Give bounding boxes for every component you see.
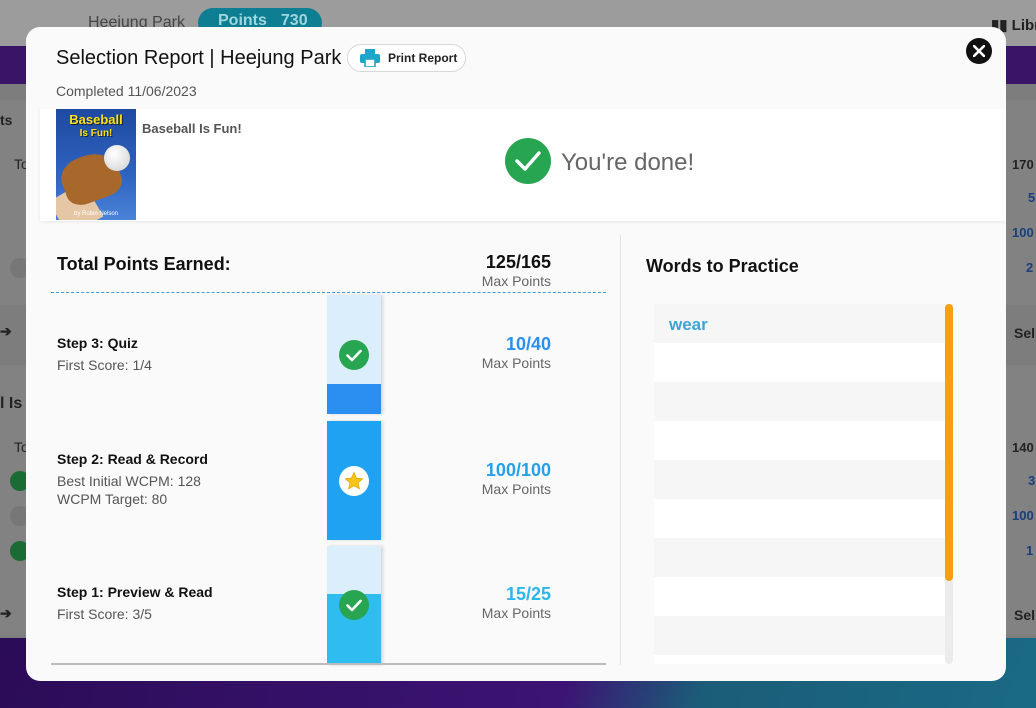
bg-number: 2	[1026, 260, 1034, 275]
words-to-practice-title: Words to Practice	[646, 256, 799, 276]
cover-title: Baseball Is Fun!	[56, 113, 136, 141]
book-summary-card: Baseball Is Fun! by Robin Nelson Basebal…	[40, 109, 1006, 221]
step-score: 15/25	[505, 584, 551, 604]
progress-fill	[327, 384, 381, 414]
print-report-button[interactable]: Print Report	[347, 44, 466, 72]
step-max-label: Max Points	[481, 481, 551, 497]
step-progress-bar	[327, 546, 381, 665]
bg-number: 170	[1012, 157, 1034, 172]
word-item[interactable]	[654, 499, 946, 538]
close-icon	[973, 45, 985, 57]
word-item[interactable]	[654, 655, 946, 664]
check-circle-icon	[339, 340, 369, 370]
total-max-label: Max Points	[481, 273, 551, 289]
cover-title-line: Baseball	[69, 112, 123, 127]
book-title: Baseball Is Fun!	[142, 121, 242, 136]
step-score: 10/40	[505, 334, 551, 354]
print-report-label: Print Report	[388, 51, 458, 65]
step-detail: Best Initial WCPM: 128	[57, 473, 201, 489]
arrow-icon: ➔	[0, 605, 12, 621]
bg-fragment: l Is	[0, 395, 23, 412]
word-item[interactable]	[654, 460, 946, 499]
bg-number: 100	[1012, 508, 1034, 523]
step-detail: WCPM Target: 80	[57, 491, 168, 507]
step-title: Step 3: Quiz	[57, 335, 138, 351]
check-circle-icon	[339, 590, 369, 620]
step-score: 100/100	[485, 460, 551, 480]
selection-report-modal: Selection Report | Heejung Park Print Re…	[26, 27, 1006, 681]
points-panel: Total Points Earned: 125/165 Max Points …	[51, 235, 606, 665]
book-cover-image[interactable]: Baseball Is Fun! by Robin Nelson	[56, 109, 136, 220]
step-title: Step 1: Preview & Read	[57, 584, 213, 600]
step-detail: First Score: 3/5	[57, 606, 152, 622]
check-circle-icon	[505, 138, 551, 184]
words-list[interactable]: wear	[654, 304, 946, 664]
star-icon	[339, 466, 369, 496]
modal-title: Selection Report | Heejung Park	[56, 47, 342, 69]
step-title: Step 2: Read & Record	[57, 451, 208, 467]
divider	[51, 663, 606, 665]
word-item[interactable]	[654, 577, 946, 616]
bg-number: 3	[1028, 473, 1036, 488]
word-item[interactable]	[654, 421, 946, 460]
total-points-label: Total Points Earned:	[57, 254, 231, 274]
close-button[interactable]	[966, 38, 992, 64]
word-item[interactable]: wear	[654, 304, 946, 343]
words-scrollbar[interactable]	[945, 304, 953, 664]
bg-fragment: Sel	[1014, 325, 1036, 341]
bg-fragment: ts	[0, 112, 13, 128]
printer-icon	[360, 49, 380, 67]
vertical-divider	[620, 235, 621, 665]
word-item[interactable]	[654, 538, 946, 577]
done-message: You're done!	[561, 149, 695, 176]
step-progress-bar	[327, 295, 381, 414]
cover-baseball-shape	[104, 145, 130, 171]
step-max-label: Max Points	[481, 605, 551, 621]
bg-fragment: Sel	[1014, 607, 1036, 623]
bg-number: 140	[1012, 440, 1034, 455]
arrow-icon: ➔	[0, 323, 12, 339]
word-item[interactable]	[654, 343, 946, 382]
divider	[51, 292, 606, 293]
bg-number: 1	[1026, 543, 1034, 558]
bg-number: 100	[1012, 225, 1034, 240]
scrollbar-thumb[interactable]	[945, 304, 953, 581]
total-points-value: 125/165	[485, 252, 551, 272]
completed-date: Completed 11/06/2023	[56, 83, 197, 99]
word-item[interactable]	[654, 616, 946, 655]
bg-number: 5	[1028, 190, 1036, 205]
library-label: Libr	[1011, 17, 1036, 34]
cover-title-line: Is Fun!	[79, 128, 113, 139]
cover-author: by Robin Nelson	[73, 211, 119, 217]
word-item[interactable]	[654, 382, 946, 421]
step-progress-bar	[327, 421, 381, 540]
step-max-label: Max Points	[481, 355, 551, 371]
step-detail: First Score: 1/4	[57, 357, 152, 373]
